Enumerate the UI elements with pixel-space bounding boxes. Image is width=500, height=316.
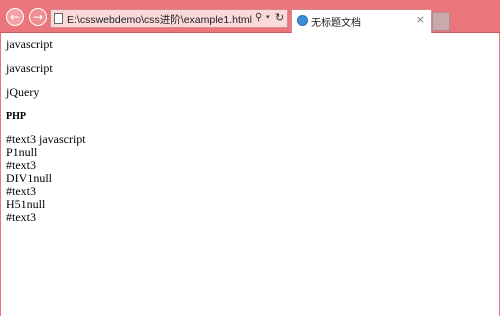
address-bar[interactable]: E:\csswebdemo\css进阶\example1.html ⚲ ▾ ↻ [50, 9, 288, 28]
close-icon[interactable]: × [416, 13, 425, 26]
tab-active[interactable]: 无标题文档 × [291, 9, 432, 33]
tab-title: 无标题文档 [311, 18, 361, 29]
output-line: DIV1null [6, 171, 52, 185]
search-icon[interactable]: ⚲ [255, 12, 262, 23]
browser-window: ← → E:\csswebdemo\css进阶\example1.html ⚲ … [0, 0, 500, 316]
back-button[interactable]: ← [6, 8, 24, 26]
back-arrow-icon: ← [9, 10, 21, 24]
output-line: #text3 javascript [6, 132, 86, 146]
paragraph-3: jQuery [6, 85, 40, 99]
heading-php: PHP [6, 111, 26, 122]
page-content: javascript javascript jQuery PHP #text3 … [6, 33, 496, 224]
chevron-down-icon[interactable]: ▾ [266, 13, 270, 21]
refresh-icon[interactable]: ↻ [275, 11, 284, 24]
output-line: #text3 [6, 184, 36, 198]
new-tab-button[interactable] [432, 12, 450, 31]
window-border-left [0, 33, 1, 316]
paragraph-2: javascript [6, 61, 53, 75]
output-line: H51null [6, 197, 46, 211]
browser-toolbar: ← → E:\csswebdemo\css进阶\example1.html ⚲ … [0, 0, 500, 33]
page-icon [54, 13, 63, 24]
output-line: P1null [6, 145, 38, 159]
forward-button[interactable]: → [29, 8, 47, 26]
output-line: #text3 [6, 158, 36, 172]
ie-favicon-icon [297, 15, 308, 26]
address-text[interactable]: E:\csswebdemo\css进阶\example1.html [67, 12, 252, 27]
forward-arrow-icon: → [32, 10, 44, 24]
paragraph-1: javascript [6, 37, 53, 51]
output-block: #text3 javascript P1null #text3 DIV1null… [6, 133, 496, 224]
output-line: #text3 [6, 210, 36, 224]
